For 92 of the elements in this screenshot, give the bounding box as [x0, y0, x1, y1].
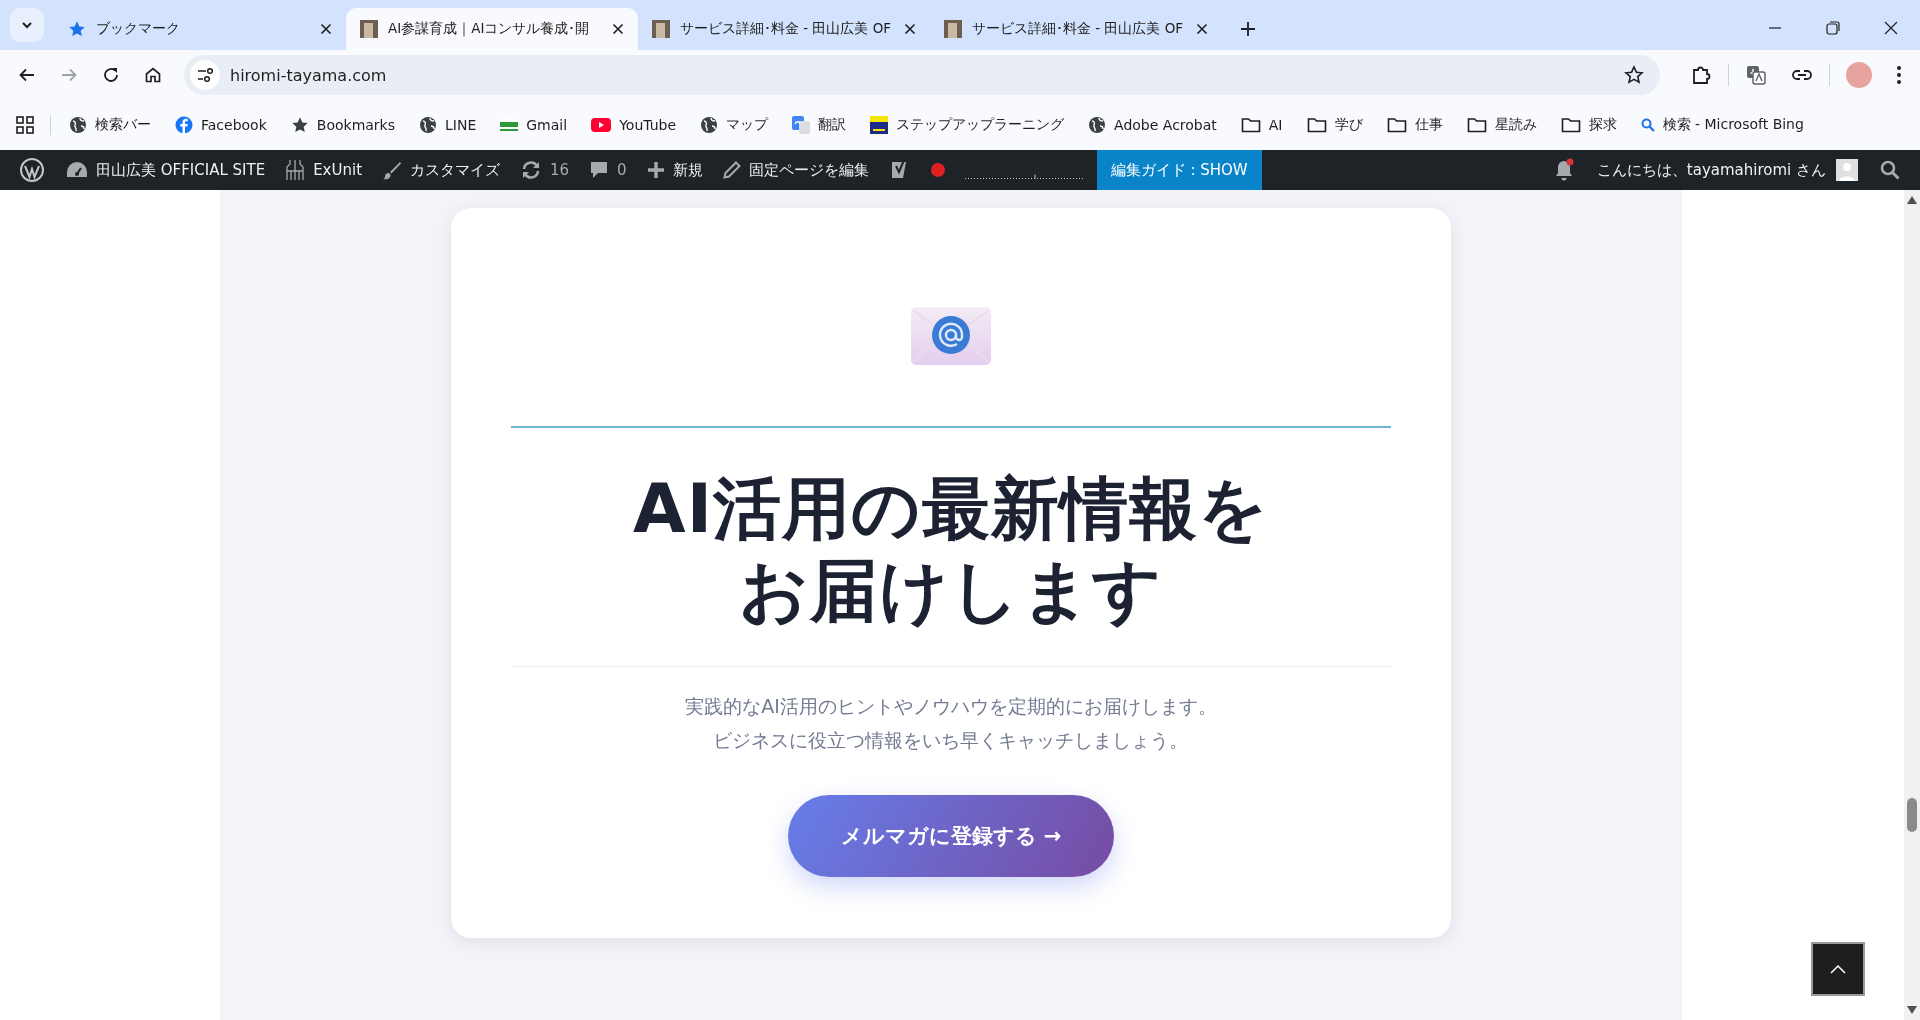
bookmark-item[interactable]: 学び: [1300, 112, 1369, 138]
bookmark-item[interactable]: 探求: [1554, 112, 1623, 138]
folder-icon: [1240, 117, 1261, 133]
bookmark-item[interactable]: Gmail: [494, 113, 574, 137]
browser-tab[interactable]: AI参謀育成｜AIコンサル養成･開: [346, 8, 638, 50]
star-icon: [290, 116, 309, 134]
email-envelope-icon: [911, 307, 991, 365]
reload-icon[interactable]: [102, 66, 120, 84]
back-icon[interactable]: [18, 66, 36, 84]
tab-title: AI参謀育成｜AIコンサル養成･開: [388, 20, 591, 38]
wordpress-logo-icon[interactable]: [20, 158, 44, 182]
search-icon: [1640, 118, 1655, 132]
back-to-top-button[interactable]: [1811, 942, 1865, 996]
bookmark-item[interactable]: 検索 - Microsoft Bing: [1634, 112, 1810, 138]
newsletter-description: 実践的なAI活用のヒントやノウハウを定期的にお届けします。 ビジネスに役立つ情報をいち早くキャッチしましょう。: [685, 694, 1217, 753]
browser-tab[interactable]: ブックマーク: [54, 8, 346, 50]
star-icon: [68, 20, 86, 38]
pencil-icon: [722, 161, 741, 179]
browser-tab[interactable]: サービス詳細･料金 - 田山広美 OF: [638, 8, 930, 50]
site-favicon-icon: [360, 20, 378, 38]
bookmark-item[interactable]: 仕事: [1380, 112, 1449, 138]
admin-bar-item[interactable]: 田山広美 OFFICIAL SITE: [56, 150, 276, 190]
admin-bar-item[interactable]: 0: [579, 150, 637, 190]
site-settings-icon[interactable]: [190, 60, 220, 90]
close-icon[interactable]: [904, 23, 916, 35]
user-avatar-icon: [1836, 159, 1858, 181]
newsletter-heading: AI活用の最新情報を お届けします: [633, 468, 1269, 632]
castle-icon: [285, 159, 306, 181]
scroll-up-icon[interactable]: [1907, 196, 1917, 204]
bookmark-item[interactable]: LINE: [413, 112, 483, 138]
folder-icon: [1466, 117, 1487, 133]
site-favicon-icon: [944, 20, 962, 38]
menu-icon[interactable]: [1896, 65, 1902, 85]
apps-grid-icon[interactable]: [16, 116, 34, 134]
admin-bar-item[interactable]: 16: [510, 150, 580, 190]
globe-icon: [700, 116, 719, 134]
close-icon[interactable]: [1196, 23, 1208, 35]
admin-bar-item[interactable]: 新規: [636, 150, 713, 190]
refresh-icon: [520, 160, 542, 180]
dashboard-icon: [66, 161, 88, 179]
translate-icon: [792, 116, 811, 134]
folder-icon: [1386, 117, 1407, 133]
globe-icon: [419, 116, 437, 134]
site-logo-icon: [870, 116, 889, 134]
translate-icon[interactable]: [1745, 64, 1767, 86]
close-icon[interactable]: [612, 23, 624, 35]
facebook-icon: [175, 116, 193, 134]
site-favicon-icon: [652, 20, 670, 38]
scrollbar[interactable]: [1904, 190, 1920, 1020]
close-icon[interactable]: [1884, 21, 1898, 35]
bookmark-item[interactable]: マップ: [694, 112, 775, 138]
globe-icon: [1088, 116, 1107, 134]
bookmark-item[interactable]: 翻訳: [786, 112, 853, 138]
folder-icon: [1306, 117, 1327, 133]
restore-icon[interactable]: [1826, 21, 1840, 35]
scrollbar-thumb[interactable]: [1907, 798, 1917, 832]
youtube-icon: [591, 118, 612, 132]
tab-title: サービス詳細･料金 - 田山広美 OF: [680, 20, 893, 38]
search-icon[interactable]: [1880, 160, 1900, 180]
bookmark-item[interactable]: 星読み: [1460, 112, 1543, 138]
comment-icon: [589, 160, 610, 180]
admin-bar-item[interactable]: 固定ページを編集: [712, 150, 879, 190]
tab-search-button[interactable]: [10, 8, 44, 42]
globe-icon: [69, 116, 87, 134]
admin-bar-item[interactable]: カスタマイズ: [372, 150, 510, 190]
bookmark-item[interactable]: Bookmarks: [284, 112, 401, 138]
bookmark-item[interactable]: ステップアップラーニング: [864, 112, 1071, 138]
scroll-down-icon[interactable]: [1907, 1006, 1917, 1014]
new-tab-icon[interactable]: [1240, 21, 1256, 37]
brush-icon: [382, 160, 402, 180]
browser-tab[interactable]: サービス詳細･料金 - 田山広美 OF: [930, 8, 1222, 50]
close-icon[interactable]: [320, 23, 332, 35]
home-icon[interactable]: [144, 66, 162, 84]
status-dot: [930, 163, 945, 177]
bookmark-star-icon[interactable]: [1624, 65, 1644, 85]
edit-guide-button[interactable]: 編集ガイド : SHOW: [1096, 150, 1262, 190]
chevron-up-icon: [1830, 964, 1846, 974]
bookmark-item[interactable]: YouTube: [585, 113, 683, 137]
account-menu[interactable]: こんにちは、tayamahiromi さん: [1586, 150, 1868, 190]
subscribe-button[interactable]: メルマガに登録する →: [788, 795, 1114, 877]
folder-icon: [1560, 117, 1581, 133]
site-logo-icon: [500, 119, 519, 131]
admin-bar-item[interactable]: ExUnit: [275, 150, 372, 190]
bookmark-item[interactable]: Facebook: [169, 112, 273, 138]
tab-title: サービス詳細･料金 - 田山広美 OF: [972, 20, 1185, 38]
bookmark-item[interactable]: 検索バー: [63, 112, 157, 138]
address-bar[interactable]: hiromi-tayama.com: [184, 55, 1660, 95]
plus-icon: [646, 161, 665, 179]
bookmark-item[interactable]: AI: [1234, 113, 1289, 137]
bookmark-item[interactable]: Adobe Acrobat: [1082, 112, 1223, 138]
tab-title: ブックマーク: [96, 20, 181, 38]
puzzle-icon[interactable]: [1690, 64, 1712, 86]
